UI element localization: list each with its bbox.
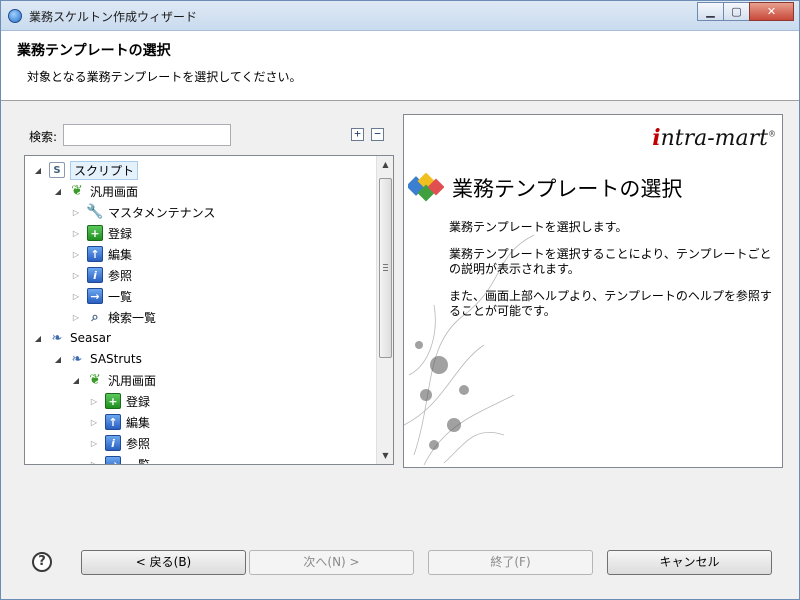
collapse-twisty-icon[interactable]: ◢ [53,355,63,364]
tree-item[interactable]: ▷ ⌕ 検索一覧 [71,307,156,327]
seasar-icon: ❧ [51,330,63,346]
description-paragraph: 業務テンプレートを選択します。 [449,220,628,234]
list-icon: → [87,288,103,304]
tree-item-label: 参照 [108,268,133,283]
tree-item[interactable]: ▷ i 参照 [89,433,150,453]
tree-item-label: 検索一覧 [108,310,157,325]
wrench-icon: 🔧 [86,204,104,220]
tree-vertical-scrollbar[interactable]: ▲ ▼ [376,156,393,464]
tree-item[interactable]: ◢ ❧ SAStruts [53,349,142,369]
wizard-header: 業務テンプレートの選択 対象となる業務テンプレートを選択してください。 [1,31,799,101]
description-panel: intra-mart® 業務テンプレートの選択 業務テンプレートを選択します。 … [403,114,783,468]
tree-item[interactable]: ▷ → 一覧 [71,286,132,306]
tree-item[interactable]: ▷ 🔧 マスタメンテナンス [71,202,215,222]
tree-item-label: 登録 [108,226,133,241]
expand-twisty-icon[interactable]: ▷ [89,397,99,406]
help-icon[interactable]: ? [32,552,52,572]
window-controls: ▁ ▢ ✕ [697,2,794,21]
collapse-all-icon[interactable]: − [371,128,384,141]
list-icon: → [105,456,121,464]
tree-item[interactable]: ◢ S スクリプト [33,160,139,180]
tree-item-label: 一覧 [126,456,150,465]
tree-item-label: SAStruts [90,352,142,366]
minimize-button[interactable]: ▁ [697,2,724,21]
scroll-up-icon[interactable]: ▲ [377,156,393,173]
page-description: 対象となる業務テンプレートを選択してください。 [27,70,302,84]
expand-twisty-icon[interactable]: ▷ [71,292,81,301]
expand-all-icon[interactable]: + [351,128,364,141]
tree-item-label: 汎用画面 [108,373,157,388]
expand-twisty-icon[interactable]: ▷ [71,313,81,322]
intra-mart-logo: intra-mart® [652,125,776,151]
tree-item[interactable]: ▷ ↑ 編集 [89,412,150,432]
template-tree[interactable]: ◢ S スクリプト ◢ ❦ 汎用画面 ▷ 🔧 マスタメンテナンス ▷ + 登録 ▷ ↑ 編集 ▷ i 参照 ▷ → 一覧… [24,155,394,465]
expand-twisty-icon[interactable]: ▷ [71,250,81,259]
wizard-window: 業務スケルトン作成ウィザード ▁ ▢ ✕ 業務テンプレートの選択 対象となる業務… [0,0,800,600]
expand-twisty-icon[interactable]: ▷ [89,439,99,448]
collapse-twisty-icon[interactable]: ◢ [71,376,81,385]
leaf-icon: ❦ [89,372,101,388]
edit-icon: ↑ [87,246,103,262]
search-input[interactable] [63,124,231,146]
tree-viewport: ◢ S スクリプト ◢ ❦ 汎用画面 ▷ 🔧 マスタメンテナンス ▷ + 登録 ▷ ↑ 編集 ▷ i 参照 ▷ → 一覧… [25,156,377,464]
expand-twisty-icon[interactable]: ▷ [89,418,99,427]
tree-item-label: 編集 [126,415,151,430]
puzzle-icon [408,173,444,202]
collapse-twisty-icon[interactable]: ◢ [53,187,63,196]
expand-twisty-icon[interactable]: ▷ [71,208,81,217]
tree-item-label: マスタメンテナンス [108,205,216,220]
edit-icon: ↑ [105,414,121,430]
scroll-down-icon[interactable]: ▼ [377,447,393,464]
cancel-button[interactable]: キャンセル [607,550,772,575]
page-title: 業務テンプレートの選択 [17,43,171,59]
tree-item[interactable]: ▷ + 登録 [71,223,132,243]
tree-item-label: 一覧 [108,289,133,304]
tree-item[interactable]: ◢ ❦ 汎用画面 [53,181,138,201]
sastruts-icon: ❧ [71,351,83,367]
tree-item-label: スクリプト [70,160,139,180]
close-button[interactable]: ✕ [749,2,794,21]
scroll-thumb[interactable] [379,178,392,358]
tree-item-label: 登録 [126,394,151,409]
expand-twisty-icon[interactable]: ▷ [71,229,81,238]
leaf-icon: ❦ [71,183,83,199]
tree-item-label: 参照 [126,436,151,451]
collapse-twisty-icon[interactable]: ◢ [33,166,43,175]
description-body: 業務テンプレートを選択します。 業務テンプレートを選択することにより、テンプレー… [449,220,779,331]
app-icon [8,9,22,23]
collapse-twisty-icon[interactable]: ◢ [33,334,43,343]
tree-item[interactable]: ▷ + 登録 [89,391,150,411]
maximize-button[interactable]: ▢ [723,2,750,21]
tree-item[interactable]: ◢ ❧ Seasar [33,328,111,348]
tree-item[interactable]: ◢ ❦ 汎用画面 [71,370,156,390]
tree-item-label: 編集 [108,247,133,262]
add-icon: + [87,225,103,241]
search-list-icon: ⌕ [91,309,99,325]
next-button[interactable]: 次へ(N) > [249,550,414,575]
description-paragraph: また、画面上部ヘルプより、テンプレートのヘルプを参照することが可能です。 [449,289,772,318]
tree-item[interactable]: ▷ ↑ 編集 [71,244,132,264]
tree-item-label: 汎用画面 [90,184,139,199]
description-title: 業務テンプレートの選択 [452,177,683,201]
script-doc-icon: S [49,162,65,178]
tree-item[interactable]: ▷ i 参照 [71,265,132,285]
info-icon: i [87,267,103,283]
expand-twisty-icon[interactable]: ▷ [89,460,99,465]
info-icon: i [105,435,121,451]
title-bar: 業務スケルトン作成ウィザード ▁ ▢ ✕ [1,1,799,31]
window-title: 業務スケルトン作成ウィザード [29,10,198,24]
finish-button[interactable]: 終了(F) [428,550,593,575]
tree-item[interactable]: ▷ → 一覧 [89,454,150,464]
search-label: 検索: [29,130,58,144]
expand-twisty-icon[interactable]: ▷ [71,271,81,280]
add-icon: + [105,393,121,409]
back-button[interactable]: < 戻る(B) [81,550,246,575]
description-paragraph: 業務テンプレートを選択することにより、テンプレートごとの説明が表示されます。 [449,247,772,276]
tree-item-label: Seasar [70,331,111,345]
